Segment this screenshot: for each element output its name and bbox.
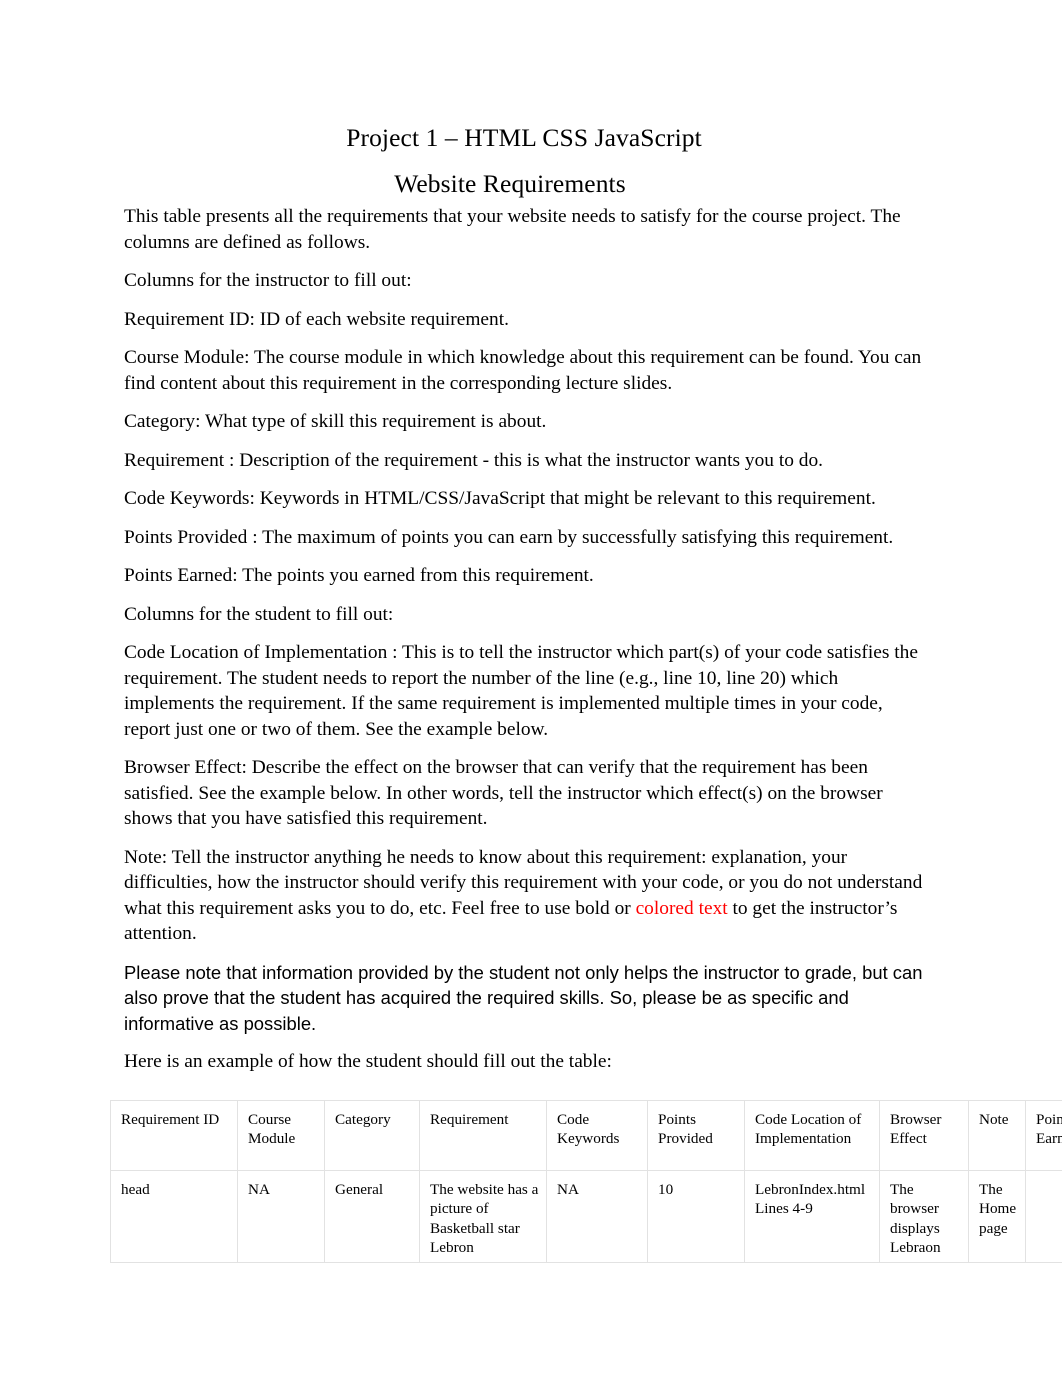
paragraph-note: Note: Tell the instructor anything he ne… (124, 845, 924, 947)
paragraph-course-module: Course Module: The course module in whic… (124, 347, 922, 394)
page-subtitle: Website Requirements (394, 169, 626, 198)
cell-course-module[interactable]: NA (237, 1170, 325, 1263)
column-header-code-keywords: Code Keywords (546, 1100, 648, 1171)
paragraph-requirement: Requirement : Description of the require… (124, 449, 823, 471)
cell-browser-effect[interactable]: The browser displays Lebraon (879, 1170, 969, 1263)
cell-code-location[interactable]: LebronIndex.html Lines 4-9 (744, 1170, 880, 1263)
paragraph-code-location: Code Location of Implementation : This i… (124, 642, 918, 740)
paragraph-category: Category: What type of skill this requir… (124, 411, 547, 432)
paragraph-intro: This table presents all the requirements… (124, 206, 901, 253)
paragraph-points-earned: Points Earned: The points you earned fro… (124, 565, 594, 586)
column-header-browser-effect: Browser Effect (879, 1100, 969, 1171)
note-colored-text: colored text (635, 897, 728, 919)
cell-code-keywords[interactable]: NA (546, 1170, 648, 1263)
cell-points-earned[interactable] (1025, 1170, 1062, 1263)
cell-category[interactable]: General (324, 1170, 420, 1263)
paragraph-please-note: Please note that information provided by… (124, 961, 923, 1034)
column-header-code-location: Code Location of Implementation (744, 1100, 880, 1171)
cell-requirement[interactable]: The website has a picture of Basketball … (419, 1170, 547, 1263)
page-title: Project 1 – HTML CSS JavaScript (346, 123, 702, 152)
paragraph-browser-effect: Browser Effect: Describe the effect on t… (124, 757, 883, 829)
table-header: Requirement ID Course Module Category Re… (110, 1100, 1062, 1171)
document-body: Project 1 – HTML CSS JavaScript Website … (124, 118, 924, 1075)
column-header-requirement-id: Requirement ID (110, 1100, 238, 1171)
cell-points-provided[interactable]: 10 (647, 1170, 745, 1263)
paragraph-example-intro: Here is an example of how the student sh… (124, 1051, 612, 1072)
table-row: head NA General The website has a pictur… (110, 1170, 1062, 1263)
table-body: head NA General The website has a pictur… (110, 1170, 1062, 1263)
column-header-points-earned: Points Earned (1025, 1100, 1062, 1171)
column-header-course-module: Course Module (237, 1100, 325, 1171)
paragraph-points-provided: Points Provided : The maximum of points … (124, 526, 894, 548)
table-header-row: Requirement ID Course Module Category Re… (110, 1100, 1062, 1171)
paragraph-requirement-id: Requirement ID: ID of each website requi… (124, 308, 509, 330)
cell-note[interactable]: The Home page (968, 1170, 1026, 1263)
example-table-wrapper: Requirement ID Course Module Category Re… (110, 1100, 1062, 1263)
paragraph-student-columns-heading: Columns for the student to fill out: (124, 603, 394, 625)
cell-requirement-id[interactable]: head (110, 1170, 238, 1263)
column-header-points-provided: Points Provided (647, 1100, 745, 1171)
requirements-example-table: Requirement ID Course Module Category Re… (110, 1100, 1062, 1263)
paragraph-code-keywords: Code Keywords: Keywords in HTML/CSS/Java… (124, 488, 876, 509)
column-header-requirement: Requirement (419, 1100, 547, 1171)
document-page: Project 1 – HTML CSS JavaScript Website … (0, 0, 1062, 1377)
column-header-category: Category (324, 1100, 420, 1171)
column-header-note: Note (968, 1100, 1026, 1171)
paragraph-instructor-columns-heading: Columns for the instructor to fill out: (124, 270, 412, 291)
